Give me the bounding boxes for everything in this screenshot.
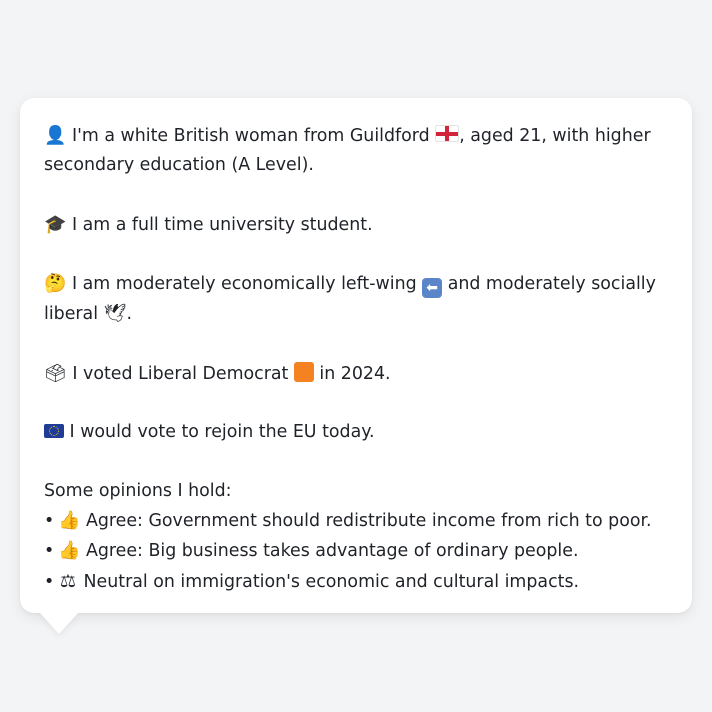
opinions-heading: Some opinions I hold: [44, 480, 232, 501]
bullet: • [44, 510, 55, 531]
thumbs-up-icon: 👍 [58, 509, 81, 531]
dove-icon: 🕊 [103, 303, 127, 324]
eu-flag-icon [44, 424, 64, 438]
bullet: • [44, 541, 55, 561]
opinion-text: Agree: Big business takes advantage of o… [85, 541, 579, 561]
intro-paragraph: 👤 I'm a white British woman from Guildfo… [44, 121, 674, 180]
thinking-face-icon: 🤔 [44, 273, 67, 294]
ballot-box-icon: 🗳 [44, 362, 67, 384]
thumbs-up-icon: 👍 [58, 540, 81, 561]
chat-bubble-tail [39, 612, 79, 634]
vote-text: I voted Liberal Democrat [72, 363, 289, 384]
persona-chat-bubble: 👤 I'm a white British woman from Guildfo… [20, 98, 692, 613]
eu-text: I would vote to rejoin the EU today. [69, 422, 375, 442]
opinions-list: • 👍 Agree: Government should redistribute… [44, 506, 674, 598]
opinions-section: Some opinions I hold: • 👍 Agree: Governme… [44, 477, 674, 598]
person-silhouette-icon: 👤 [44, 125, 67, 146]
eu-paragraph: I would vote to rejoin the EU today. [44, 418, 674, 447]
intro-text: I'm a white British woman from Guildford [71, 126, 430, 146]
list-item: • ⚖ Neutral on immigration's economic and… [44, 567, 674, 598]
graduation-cap-icon: 🎓 [44, 213, 67, 235]
vote-text-continued: in 2024. [319, 363, 391, 384]
politics-text: I am moderately economically left-wing [71, 274, 417, 294]
opinion-text: Neutral on immigration's economic and cu… [83, 571, 580, 592]
balance-scale-icon: ⚖ [59, 570, 77, 592]
list-item: • 👍 Agree: Big business takes advantage o… [44, 536, 674, 567]
bullet: • [44, 571, 55, 592]
orange-square-icon [293, 361, 314, 382]
left-arrow-icon: ⬅ [422, 278, 443, 298]
list-item: • 👍 Agree: Government should redistribute… [44, 506, 674, 537]
england-flag-icon [435, 125, 460, 142]
vote-paragraph: 🗳 I voted Liberal Democrat in 2024. [44, 359, 674, 389]
opinion-text: Agree: Government should redistribute in… [85, 510, 652, 531]
occupation-paragraph: 🎓 I am a full time university student. [44, 210, 674, 240]
politics-paragraph: 🤔 I am moderately economically left-wing… [44, 269, 674, 329]
occupation-text: I am a full time university student. [71, 214, 373, 235]
politics-text-end: . [126, 304, 132, 324]
